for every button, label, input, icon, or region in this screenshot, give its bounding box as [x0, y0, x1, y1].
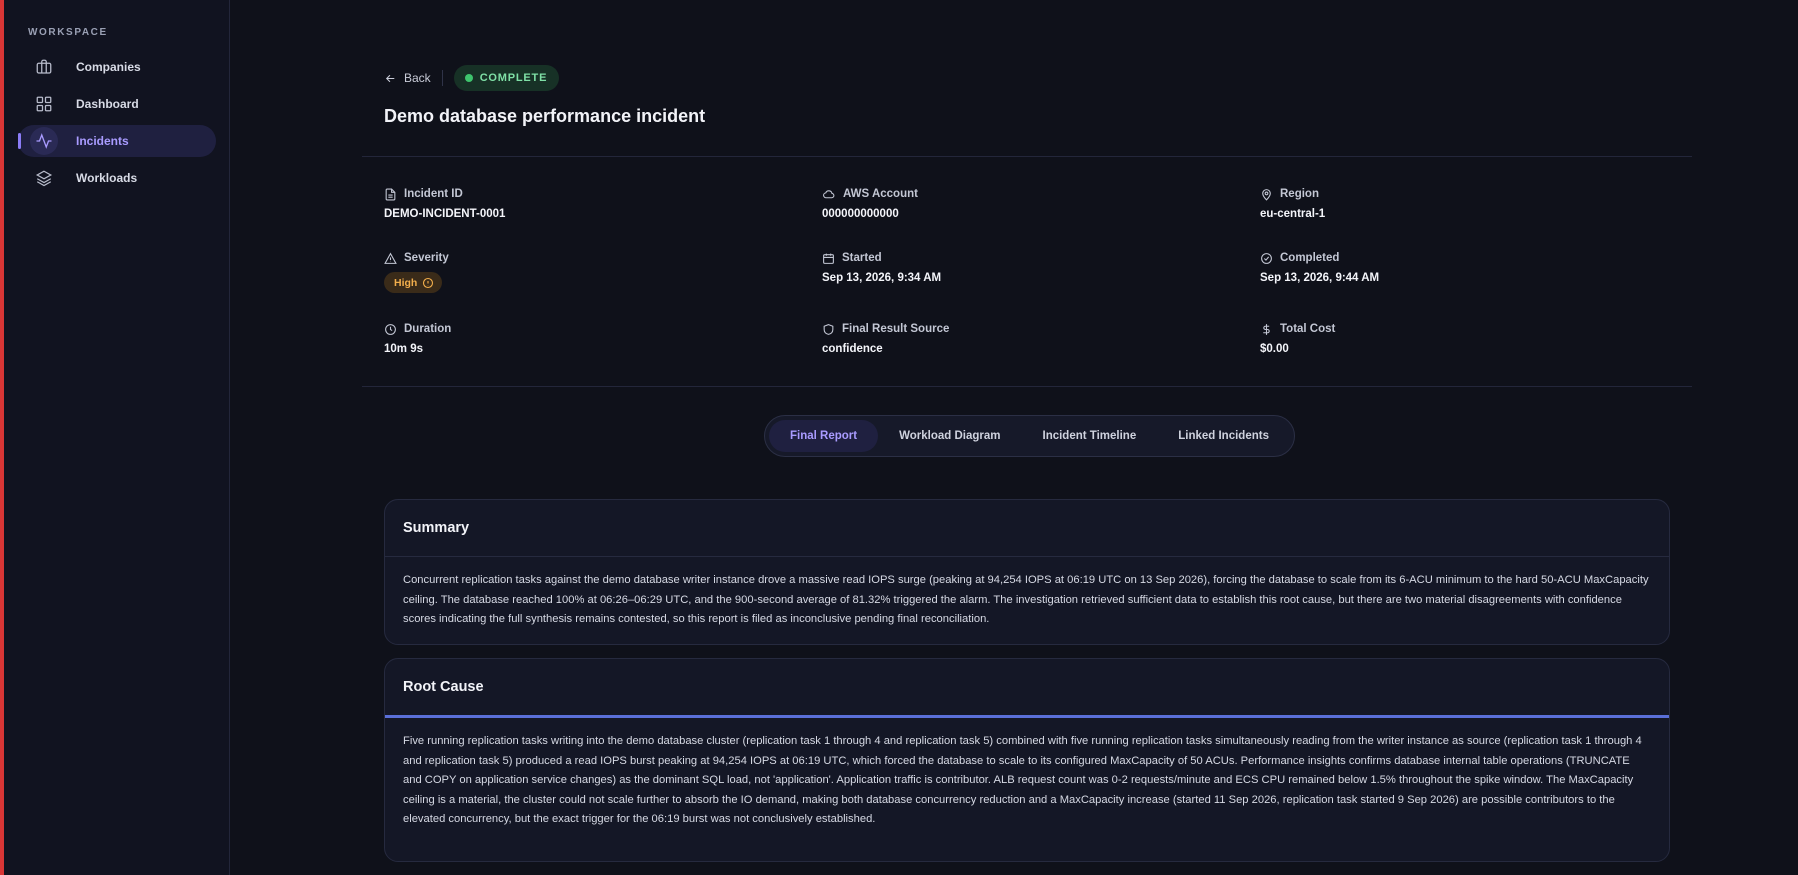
divider [441, 70, 443, 86]
meta-aws-account: AWS Account 000000000000 [822, 186, 1242, 220]
page-title: Demo database performance incident [384, 106, 706, 126]
meta-label: Incident ID [404, 188, 463, 200]
summary-text: Concurrent replication tasks against the… [403, 574, 1649, 626]
tab-final-report[interactable]: Final Report [769, 420, 879, 452]
briefcase-icon [34, 57, 54, 77]
meta-final-result-source: Final Result Source confidence [822, 321, 1242, 355]
status-dot-icon [464, 74, 473, 82]
grid-icon [34, 94, 54, 114]
total-cost-value: $0.00 [1260, 343, 1289, 355]
meta-label: Duration [404, 323, 452, 335]
sidebar-item-companies[interactable]: Companies [18, 51, 216, 83]
cloud-icon [823, 189, 835, 198]
meta-duration: Duration 10m 9s [384, 321, 804, 355]
started-value: Sep 13, 2026, 9:34 AM [822, 272, 942, 284]
meta-total-cost: Total Cost $0.00 [1260, 321, 1680, 355]
sidebar-item-dashboard[interactable]: Dashboard [18, 88, 216, 120]
meta-label: Started [842, 252, 882, 264]
sidebar-item-label: Incidents [76, 134, 129, 148]
meta-label: Final Result Source [842, 323, 950, 335]
meta-label: Region [1280, 188, 1319, 200]
meta-incident-id: Incident ID DEMO-INCIDENT-0001 [384, 186, 804, 220]
shield-icon [823, 323, 834, 335]
meta-completed: Completed Sep 13, 2026, 9:44 AM [1260, 250, 1680, 284]
meta-label: Completed [1280, 252, 1340, 264]
tab-incident-timeline[interactable]: Incident Timeline [1022, 420, 1158, 452]
dollar-icon [1263, 323, 1270, 335]
sidebar-item-incidents[interactable]: Incidents [18, 125, 216, 157]
region-value: eu-central-1 [1260, 208, 1326, 220]
sidebar-item-label: Companies [76, 60, 141, 74]
report-tabs: Final Report Workload Diagram Incident T… [764, 415, 1295, 457]
tab-workload-diagram[interactable]: Workload Diagram [878, 420, 1021, 452]
meta-region: Region eu-central-1 [1260, 186, 1680, 220]
meta-label: Severity [404, 252, 449, 264]
activity-icon [30, 127, 58, 155]
root-cause-title: Root Cause [403, 679, 484, 695]
header-row: Back COMPLETE [384, 65, 560, 91]
sidebar-item-label: Workloads [76, 171, 138, 185]
final-result-source-value: confidence [822, 343, 883, 355]
sidebar: WORKSPACE Companies Dashboard Incidents … [4, 0, 230, 875]
layers-icon [34, 168, 54, 188]
main-content: Back COMPLETE Demo database performance … [362, 0, 1692, 875]
duration-value: 10m 9s [384, 343, 424, 355]
arrow-left-icon [385, 74, 395, 82]
check-circle-icon [1261, 252, 1272, 264]
summary-card: Summary Concurrent replication tasks aga… [384, 499, 1670, 645]
root-cause-card: Root Cause Five running replication task… [384, 658, 1670, 862]
completed-value: Sep 13, 2026, 9:44 AM [1260, 272, 1380, 284]
meta-severity: Severity High [384, 250, 804, 293]
back-label: Back [404, 71, 431, 85]
aws-account-value: 000000000000 [822, 208, 899, 220]
severity-value: High [394, 276, 418, 289]
incident-id-value: DEMO-INCIDENT-0001 [384, 208, 506, 220]
meta-started: Started Sep 13, 2026, 9:34 AM [822, 250, 1242, 284]
severity-badge: High [384, 272, 443, 293]
document-icon [385, 188, 396, 200]
map-pin-icon [1262, 188, 1271, 201]
status-label: COMPLETE [479, 72, 548, 84]
sidebar-item-label: Dashboard [76, 97, 139, 111]
tab-linked-incidents[interactable]: Linked Incidents [1157, 420, 1290, 452]
meta-label: Total Cost [1280, 323, 1336, 335]
root-cause-text: Five running replication tasks writing i… [403, 735, 1642, 826]
calendar-icon [823, 253, 834, 264]
meta-label: AWS Account [843, 188, 918, 200]
divider [362, 386, 1692, 387]
workspace-label: WORKSPACE [28, 27, 108, 38]
warning-triangle-icon [384, 252, 397, 264]
sidebar-nav: Companies Dashboard Incidents Workloads [18, 51, 216, 199]
clock-icon [385, 323, 396, 335]
summary-title: Summary [403, 520, 470, 536]
status-badge: COMPLETE [453, 65, 560, 91]
back-button[interactable]: Back [384, 71, 431, 85]
info-circle-icon[interactable] [422, 277, 434, 289]
sidebar-item-workloads[interactable]: Workloads [18, 162, 216, 194]
divider [362, 156, 1692, 157]
